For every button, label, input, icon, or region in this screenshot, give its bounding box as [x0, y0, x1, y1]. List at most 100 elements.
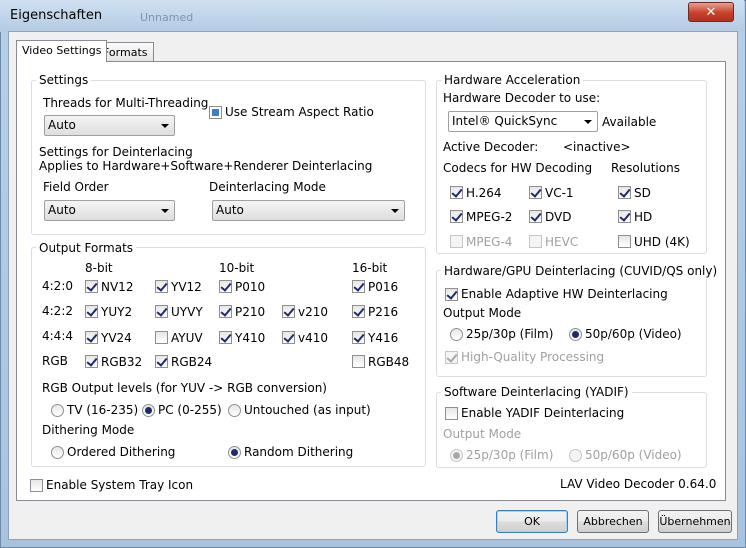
- sw-output-mode-label: Output Mode: [443, 427, 522, 441]
- row-label-422: 4:2:2: [42, 304, 73, 318]
- y416-checkbox[interactable]: [352, 331, 365, 344]
- rgb48-label: RGB48: [368, 355, 410, 369]
- mpeg2-label: MPEG-2: [466, 210, 513, 224]
- p210-checkbox[interactable]: [219, 305, 232, 318]
- adaptive-hw-deint-label: Enable Adaptive HW Deinterlacing: [461, 287, 668, 301]
- random-dithering-label: Random Dithering: [244, 445, 354, 459]
- adaptive-hw-deint-checkbox[interactable]: [445, 288, 458, 301]
- h264-checkbox[interactable]: [450, 186, 463, 199]
- sd-checkbox[interactable]: [618, 186, 631, 199]
- yv12-checkbox[interactable]: [155, 280, 168, 293]
- rgb24-checkbox[interactable]: [155, 355, 168, 368]
- mpeg4-label: MPEG-4: [466, 235, 513, 249]
- yuy2-label: YUY2: [101, 305, 133, 319]
- untouched-range-label: Untouched (as input): [244, 403, 371, 417]
- rgb24-label: RGB24: [171, 355, 213, 369]
- random-dithering-radio[interactable]: [228, 446, 241, 459]
- dvd-label: DVD: [545, 210, 572, 224]
- hevc-label: HEVC: [545, 235, 579, 249]
- threads-combobox[interactable]: Auto: [44, 115, 175, 136]
- threads-value: Auto: [48, 118, 76, 132]
- yv12-label: YV12: [171, 280, 202, 294]
- gpu-video-label: 50p/60p (Video): [585, 327, 682, 341]
- hw-decoder-value: Intel® QuickSync: [452, 114, 558, 128]
- sw-film-label: 25p/30p (Film): [466, 448, 554, 462]
- software-deinterlacing-label: Software Deinterlacing (YADIF): [441, 385, 632, 400]
- vc1-checkbox[interactable]: [529, 186, 542, 199]
- threads-label: Threads for Multi-Threading: [43, 96, 209, 110]
- nv12-checkbox[interactable]: [85, 280, 98, 293]
- gpu-video-radio[interactable]: [569, 328, 582, 341]
- field-order-combobox[interactable]: Auto: [44, 200, 175, 221]
- deint-mode-value: Auto: [216, 203, 244, 217]
- p216-checkbox[interactable]: [352, 305, 365, 318]
- uyvy-checkbox[interactable]: [155, 305, 168, 318]
- nv12-label: NV12: [101, 280, 134, 294]
- p010-label: P010: [235, 280, 266, 294]
- rgb48-checkbox[interactable]: [352, 355, 365, 368]
- hq-processing-label: High-Quality Processing: [461, 350, 605, 364]
- hd-checkbox[interactable]: [618, 210, 631, 223]
- vc1-label: VC-1: [545, 186, 574, 200]
- header-16bit: 16-bit: [352, 261, 388, 275]
- yuy2-checkbox[interactable]: [85, 305, 98, 318]
- hevc-checkbox[interactable]: [529, 235, 542, 248]
- hq-processing-checkbox[interactable]: [445, 351, 458, 364]
- settings-group-label: Settings: [36, 73, 92, 88]
- mpeg2-checkbox[interactable]: [450, 210, 463, 223]
- deint-settings-title: Settings for Deinterlacing: [39, 145, 193, 159]
- tv-range-radio[interactable]: [51, 404, 64, 417]
- sw-film-radio[interactable]: [450, 449, 463, 462]
- hw-decoder-combobox[interactable]: Intel® QuickSync: [448, 111, 598, 132]
- header-8bit: 8-bit: [85, 261, 113, 275]
- p016-checkbox[interactable]: [352, 280, 365, 293]
- active-decoder-value: <inactive>: [563, 140, 631, 154]
- y410-checkbox[interactable]: [219, 331, 232, 344]
- yv24-label: YV24: [101, 331, 132, 345]
- deint-mode-combobox[interactable]: Auto: [212, 200, 405, 221]
- yadif-checkbox[interactable]: [445, 407, 458, 420]
- rgb32-checkbox[interactable]: [85, 355, 98, 368]
- ayuv-label: AYUV: [171, 331, 203, 345]
- pc-range-radio[interactable]: [142, 404, 155, 417]
- system-tray-label: Enable System Tray Icon: [46, 478, 194, 492]
- yv24-checkbox[interactable]: [85, 331, 98, 344]
- field-order-value: Auto: [48, 203, 76, 217]
- chevron-down-icon: [391, 209, 399, 213]
- hw-available-status: Available: [602, 115, 657, 129]
- hw-decoder-label: Hardware Decoder to use:: [443, 91, 601, 105]
- uhd-checkbox[interactable]: [618, 235, 631, 248]
- y416-label: Y416: [368, 331, 399, 345]
- untouched-range-radio[interactable]: [228, 404, 241, 417]
- rgb-levels-label: RGB Output levels (for YUV -> RGB conver…: [42, 381, 327, 395]
- v410-checkbox[interactable]: [282, 331, 295, 344]
- v210-checkbox[interactable]: [282, 305, 295, 318]
- uhd-label: UHD (4K): [634, 235, 690, 249]
- resolutions-label: Resolutions: [611, 161, 680, 175]
- hardware-acceleration-label: Hardware Acceleration: [441, 73, 584, 88]
- sd-label: SD: [634, 186, 651, 200]
- tv-range-label: TV (16-235): [67, 403, 139, 417]
- sw-video-radio[interactable]: [569, 449, 582, 462]
- sw-video-label: 50p/60p (Video): [585, 448, 682, 462]
- stream-aspect-label: Use Stream Aspect Ratio: [225, 105, 374, 119]
- ordered-dithering-radio[interactable]: [51, 446, 64, 459]
- system-tray-checkbox[interactable]: [30, 479, 43, 492]
- ayuv-checkbox[interactable]: [155, 331, 168, 344]
- deint-settings-subtitle: Applies to Hardware+Software+Renderer De…: [39, 159, 373, 173]
- gpu-film-label: 25p/30p (Film): [466, 327, 554, 341]
- mpeg4-checkbox[interactable]: [450, 235, 463, 248]
- header-10bit: 10-bit: [219, 261, 255, 275]
- output-formats-label: Output Formats: [36, 241, 137, 256]
- gpu-film-radio[interactable]: [450, 328, 463, 341]
- chevron-down-icon: [584, 120, 592, 124]
- gpu-deinterlacing-label: Hardware/GPU Deinterlacing (CUVID/QS onl…: [441, 264, 721, 279]
- gpu-output-mode-label: Output Mode: [443, 306, 522, 320]
- stream-aspect-checkbox[interactable]: [209, 106, 222, 119]
- p010-checkbox[interactable]: [219, 280, 232, 293]
- dvd-checkbox[interactable]: [529, 210, 542, 223]
- version-label: LAV Video Decoder 0.64.0: [560, 477, 717, 491]
- uyvy-label: UYVY: [171, 305, 203, 319]
- hd-label: HD: [634, 210, 653, 224]
- h264-label: H.264: [466, 186, 502, 200]
